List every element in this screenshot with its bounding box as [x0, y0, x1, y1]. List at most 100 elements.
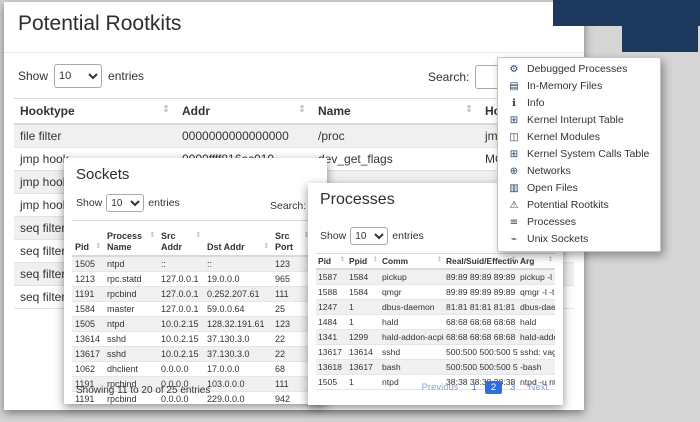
column-header-process-name[interactable]: ↕Process Name	[104, 221, 158, 256]
menu-item-open-files[interactable]: ▥Open Files	[498, 180, 660, 197]
sort-icon: ↕	[548, 256, 553, 263]
menu-item-networks[interactable]: ⊕Networks	[498, 163, 660, 180]
pagination: Previous123Next	[417, 381, 553, 394]
table-cell: bash	[380, 360, 444, 375]
table-row[interactable]: 1062dhclient0.0.0.017.0.0.0680	[72, 361, 321, 376]
table-row[interactable]: 1361813617bash500:500 500:500 500:500-ba…	[316, 360, 555, 375]
menu-item-kernel-modules[interactable]: ◫Kernel Modules	[498, 129, 660, 146]
entries-control: Show 10 entries	[76, 194, 180, 212]
table-cell: sshd	[104, 346, 158, 361]
table-cell: 1584	[347, 285, 380, 300]
table-cell: 13614	[347, 345, 380, 360]
table-row[interactable]: 1505ntpd10.0.2.15128.32.191.611230	[72, 316, 321, 331]
column-label: Src Addr	[161, 231, 182, 252]
table-row[interactable]: 13411299hald-addon-acpi68:68 68:68 68:68…	[316, 330, 555, 345]
menu-item-unix-sockets[interactable]: ⌁Unix Sockets	[498, 231, 660, 248]
column-header-real-suid-effective[interactable]: ↕Real/Suid/Effective	[444, 254, 518, 270]
table-row[interactable]: 1213rpc.statd127.0.0.119.0.0.09650	[72, 271, 321, 286]
table-cell: 37.130.3.0	[204, 346, 272, 361]
table-cell: 13617	[72, 346, 104, 361]
table-cell: 19.0.0.0	[204, 271, 272, 286]
page-size-select[interactable]: 10	[106, 194, 144, 212]
column-header-addr[interactable]: ↕Addr	[176, 99, 312, 125]
sort-icon: ↕	[298, 104, 306, 115]
table-cell: ::	[204, 256, 272, 272]
table-cell: hald	[380, 315, 444, 330]
menu-item-in-memory-files[interactable]: ▤In-Memory Files	[498, 78, 660, 95]
menu-item-debugged-processes[interactable]: ⚙ Debugged Processes	[498, 61, 660, 78]
table-cell: 68	[272, 361, 312, 376]
table-row[interactable]: 13617sshd10.0.2.1537.130.3.022416	[72, 346, 321, 361]
table-cell: 81:81 81:81 81:81	[444, 300, 518, 315]
table-cell: ntpd	[104, 316, 158, 331]
column-header-comm[interactable]: ↕Comm	[380, 254, 444, 270]
info-icon: ℹ	[508, 97, 520, 110]
menu-item-label: Debugged Processes	[527, 63, 627, 76]
menu-item-label: Info	[527, 97, 545, 110]
column-label: Src Port	[275, 231, 293, 252]
table-row[interactable]: 1505ntpd::::1230	[72, 256, 321, 272]
menu-item-label: Potential Rootkits	[527, 199, 609, 212]
table-row[interactable]: 1361713614sshd500:500 500:500 500:500ssh…	[316, 345, 555, 360]
column-label: Hooktype	[20, 104, 75, 118]
menu-item-processes[interactable]: ≡Processes	[498, 214, 660, 231]
column-header-ppid[interactable]: ↕Ppid	[347, 254, 380, 270]
table-cell: ntpd	[104, 256, 158, 272]
table-cell: 111	[272, 286, 312, 301]
column-header-pid[interactable]: ↕Pid	[316, 254, 347, 270]
table-cell: 13617	[347, 360, 380, 375]
page-title: Potential Rootkits	[18, 12, 181, 36]
folder-open-icon: ▥	[508, 182, 520, 195]
pagination-next[interactable]: Next	[523, 381, 553, 394]
menu-item-kernel-system-calls-table[interactable]: ⊞Kernel System Calls Table	[498, 146, 660, 163]
column-header-src-addr[interactable]: ↕Src Addr	[158, 221, 204, 256]
menu-item-label: Kernel Modules	[527, 131, 600, 144]
table-cell: sshd: vagrant@pts/0	[518, 345, 555, 360]
table-cell: 59.0.0.64	[204, 301, 272, 316]
table-cell: sshd	[380, 345, 444, 360]
column-label: Ppid	[349, 256, 367, 266]
table-cell: 25	[272, 301, 312, 316]
table-row[interactable]: 1191rpcbind127.0.0.10.252.207.611110	[72, 286, 321, 301]
table-row[interactable]: 14841hald68:68 68:68 68:68hald	[316, 315, 555, 330]
table-cell: -bash	[518, 360, 555, 375]
column-header-name[interactable]: ↕Name	[312, 99, 479, 125]
page-size-select[interactable]: 10	[350, 227, 388, 245]
column-header-arg[interactable]: ↕Arg	[518, 254, 555, 270]
table-cell: 68:68 68:68 68:68	[444, 315, 518, 330]
table-cell: 1584	[347, 269, 380, 285]
table-cell: 500:500 500:500 500:500	[444, 345, 518, 360]
memory-icon: ▤	[508, 80, 520, 93]
navbar-fragment-2	[622, 26, 698, 52]
table-cell: 229.0.0.0	[204, 391, 272, 404]
table-row[interactable]: 13614sshd10.0.2.1537.130.3.022416	[72, 331, 321, 346]
sort-icon: ↕	[263, 242, 269, 250]
table-cell: 1062	[72, 361, 104, 376]
table-cell: qmgr	[380, 285, 444, 300]
table-row[interactable]: 12471dbus-daemon81:81 81:81 81:81dbus-da…	[316, 300, 555, 315]
pagination-previous[interactable]: Previous	[417, 381, 464, 394]
column-header-pid[interactable]: ↕Pid	[72, 221, 104, 256]
table-row[interactable]: file filter0000000000000000/procjmp hook…	[14, 124, 574, 148]
column-header-dst-addr[interactable]: ↕ Dst Addr	[204, 221, 272, 256]
pagination-page-3[interactable]: 3	[505, 381, 520, 394]
show-label: Show	[18, 69, 48, 83]
menu-item-info[interactable]: ℹ Info	[498, 95, 660, 112]
column-header-src-port[interactable]: ↕Src Port	[272, 221, 312, 256]
table-cell: 1505	[72, 256, 104, 272]
page-size-select[interactable]: 10	[54, 64, 102, 88]
table-cell: 0000000000000000	[176, 124, 312, 148]
table-header-row: ↕Hooktype↕Addr↕Name↕Hook	[14, 99, 574, 125]
column-header-hooktype[interactable]: ↕Hooktype	[14, 99, 176, 125]
gear-icon: ⚙	[508, 63, 520, 76]
table-cell: 127.0.0.1	[158, 286, 204, 301]
column-label: Dst Addr	[207, 242, 245, 252]
table-row[interactable]: 1584master127.0.0.159.0.0.64250	[72, 301, 321, 316]
table-row[interactable]: 15871584pickup89:89 89:89 89:89pickup -l…	[316, 269, 555, 285]
menu-item-kernel-interupt-table[interactable]: ⊞Kernel Interupt Table	[498, 112, 660, 129]
table-cell: 128.32.191.61	[204, 316, 272, 331]
pagination-page-1[interactable]: 1	[467, 381, 482, 394]
pagination-page-2[interactable]: 2	[485, 381, 502, 394]
table-row[interactable]: 15881584qmgr89:89 89:89 89:89qmgr -l -t …	[316, 285, 555, 300]
menu-item-potential-rootkits[interactable]: ⚠Potential Rootkits	[498, 197, 660, 214]
